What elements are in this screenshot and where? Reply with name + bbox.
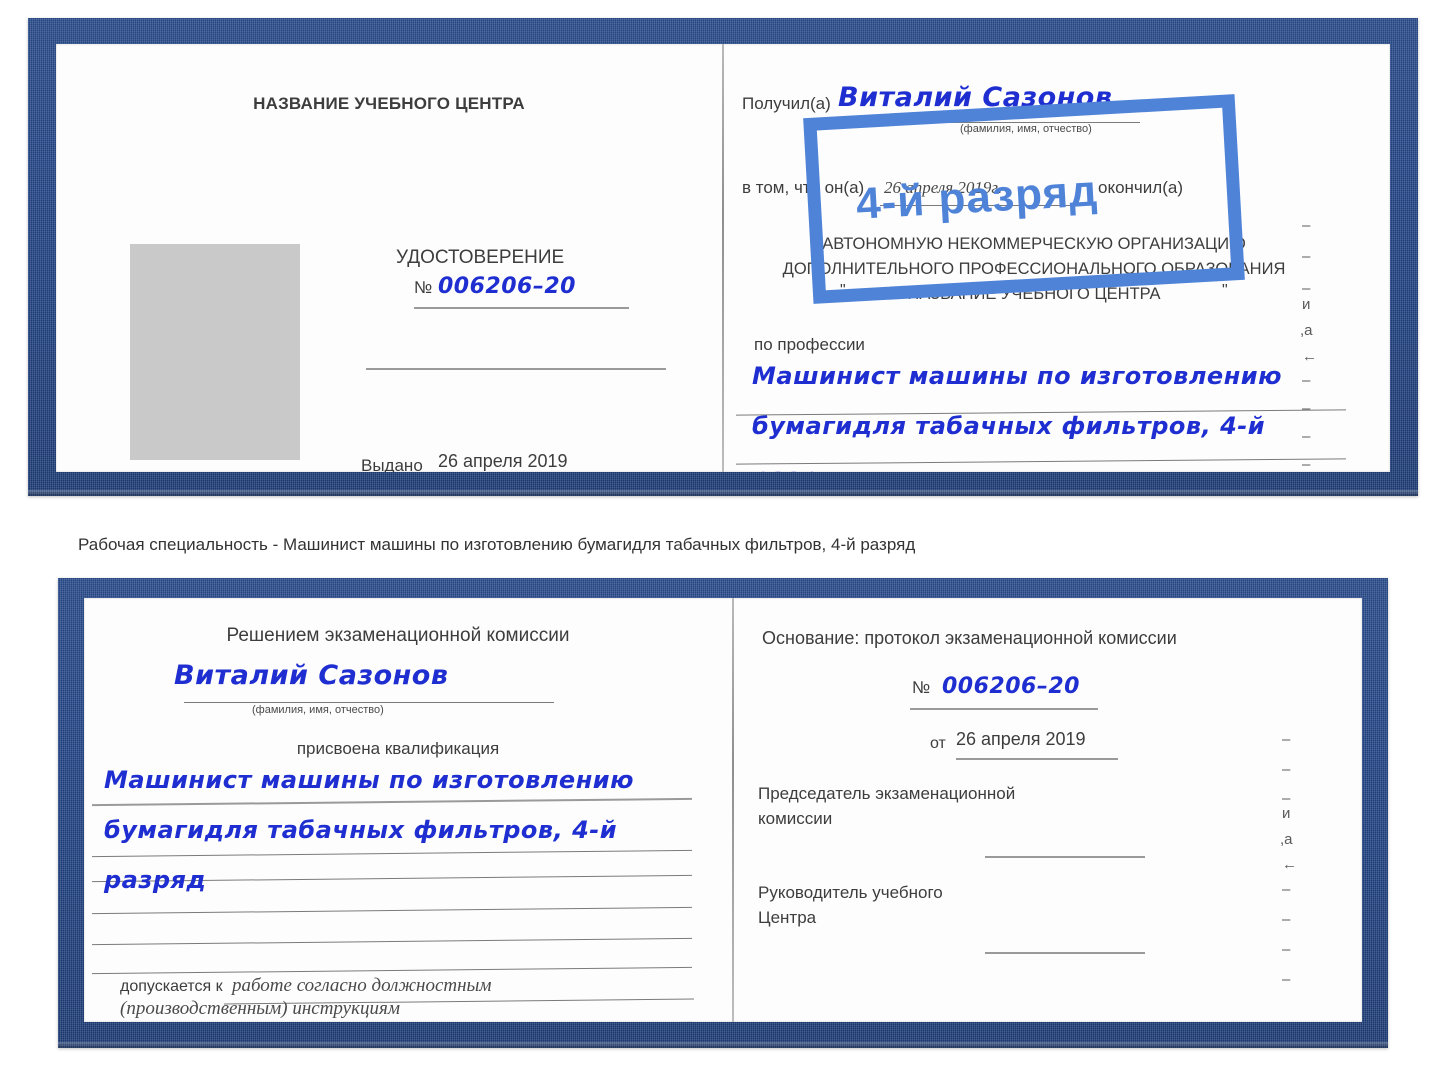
admitted-value-line-2: (производственным) инструкциям <box>120 998 400 1019</box>
certificate-bottom-pages: Решением экзаменационной комиссии Витали… <box>84 598 1362 1022</box>
admitted-value-line-1: работе согласно должностным <box>232 975 492 996</box>
edge-fragment: – <box>1302 217 1311 234</box>
edge-fragment: – <box>1282 971 1291 988</box>
qualification-line-2: бумагидля табачных фильтров, 4-й <box>104 816 618 844</box>
chairman-label-line-2: комиссии <box>758 809 833 828</box>
chairman-label-line-1: Председатель экзаменационной <box>758 784 1016 803</box>
edge-fragment: – <box>1302 456 1311 472</box>
protocol-number-rule <box>910 708 1098 710</box>
organization-quote-close: " <box>1222 282 1228 299</box>
protocol-number-prefix: № <box>912 678 931 697</box>
edge-fragment: – <box>1282 731 1291 748</box>
edge-fragment: и <box>1302 296 1311 313</box>
edge-fragment: – <box>1302 248 1311 265</box>
number-prefix: № <box>414 278 433 297</box>
edge-fragment: ,а <box>1300 322 1313 339</box>
qualification-rule-5 <box>92 937 692 946</box>
profession-line-2: бумагидля табачных фильтров, 4-й <box>752 412 1266 440</box>
certificate-number-value: 006206–20 <box>438 274 576 299</box>
certificate-bottom: Решением экзаменационной комиссии Витали… <box>58 578 1388 1048</box>
head-of-center-label-line-2: Центра <box>758 908 817 927</box>
certificate-bottom-left-page: Решением экзаменационной комиссии Витали… <box>84 598 732 1022</box>
name-hint-bottom: (фамилия, имя, отчество) <box>252 704 384 716</box>
edge-fragment: – <box>1282 761 1291 778</box>
document-type-label: УДОСТОВЕРЕНИЕ <box>396 247 565 268</box>
profession-line-1: Машинист машины по изготовлению <box>752 362 1282 390</box>
edge-fragment: – <box>1302 280 1311 297</box>
profession-line-3: разряд <box>752 463 854 472</box>
protocol-date-value: 26 апреля 2019 <box>956 729 1086 749</box>
edge-fragment: ← <box>1282 856 1297 873</box>
admitted-label: допускается к <box>120 978 223 995</box>
certificate-bottom-right-page: Основание: протокол экзаменационной коми… <box>734 598 1362 1022</box>
number-rule <box>414 307 629 309</box>
head-of-center-label-line-1: Руководитель учебного <box>758 883 943 902</box>
profession-label: по профессии <box>754 335 865 354</box>
chairman-signature-rule <box>985 856 1145 858</box>
qualification-label: присвоена квалификация <box>296 739 500 758</box>
certificate-top-left-page: НАЗВАНИЕ УЧЕБНОГО ЦЕНТРА М.П. УДОСТОВЕРЕ… <box>56 44 722 472</box>
qualification-line-3: разряд <box>104 866 207 894</box>
blank-rule <box>366 368 666 370</box>
graduate-name: Виталий Сазонов <box>174 660 449 691</box>
edge-fragment: и <box>1282 805 1291 822</box>
basis-label: Основание: протокол экзаменационной коми… <box>762 628 1177 648</box>
protocol-number-value: 006206–20 <box>942 674 1080 699</box>
edge-fragment: – <box>1282 881 1291 898</box>
qualification-line-1: Машинист машины по изготовлению <box>104 766 634 794</box>
protocol-date-rule <box>956 758 1118 760</box>
edge-fragment: – <box>1302 428 1311 445</box>
photo-placeholder <box>130 244 300 460</box>
edge-fragment: ,а <box>1280 831 1293 848</box>
qualification-rule-6 <box>92 966 692 975</box>
edge-fragment: – <box>1302 400 1311 417</box>
edge-fragment: – <box>1282 941 1291 958</box>
qualification-rule-2 <box>92 849 692 858</box>
graduate-name-rule <box>184 702 554 703</box>
issued-value: 26 апреля 2019 <box>438 451 568 471</box>
commission-decision-header: Решением экзаменационной комиссии <box>226 625 570 646</box>
caption-text: Рабочая специальность - Машинист машины … <box>78 535 916 554</box>
issued-label: Выдано <box>361 456 423 472</box>
edge-fragment: – <box>1302 372 1311 389</box>
protocol-date-prefix: от <box>930 735 946 752</box>
edge-fragment: ← <box>1302 348 1317 365</box>
training-center-header: НАЗВАНИЕ УЧЕБНОГО ЦЕНТРА <box>253 94 525 113</box>
qualification-rule-4 <box>92 906 692 915</box>
certificate-top: НАЗВАНИЕ УЧЕБНОГО ЦЕНТРА М.П. УДОСТОВЕРЕ… <box>28 18 1418 496</box>
qualification-rule-1 <box>92 797 692 807</box>
received-label: Получил(а) <box>742 94 831 113</box>
edge-fragment: – <box>1282 911 1291 928</box>
head-of-center-signature-rule <box>985 952 1145 954</box>
